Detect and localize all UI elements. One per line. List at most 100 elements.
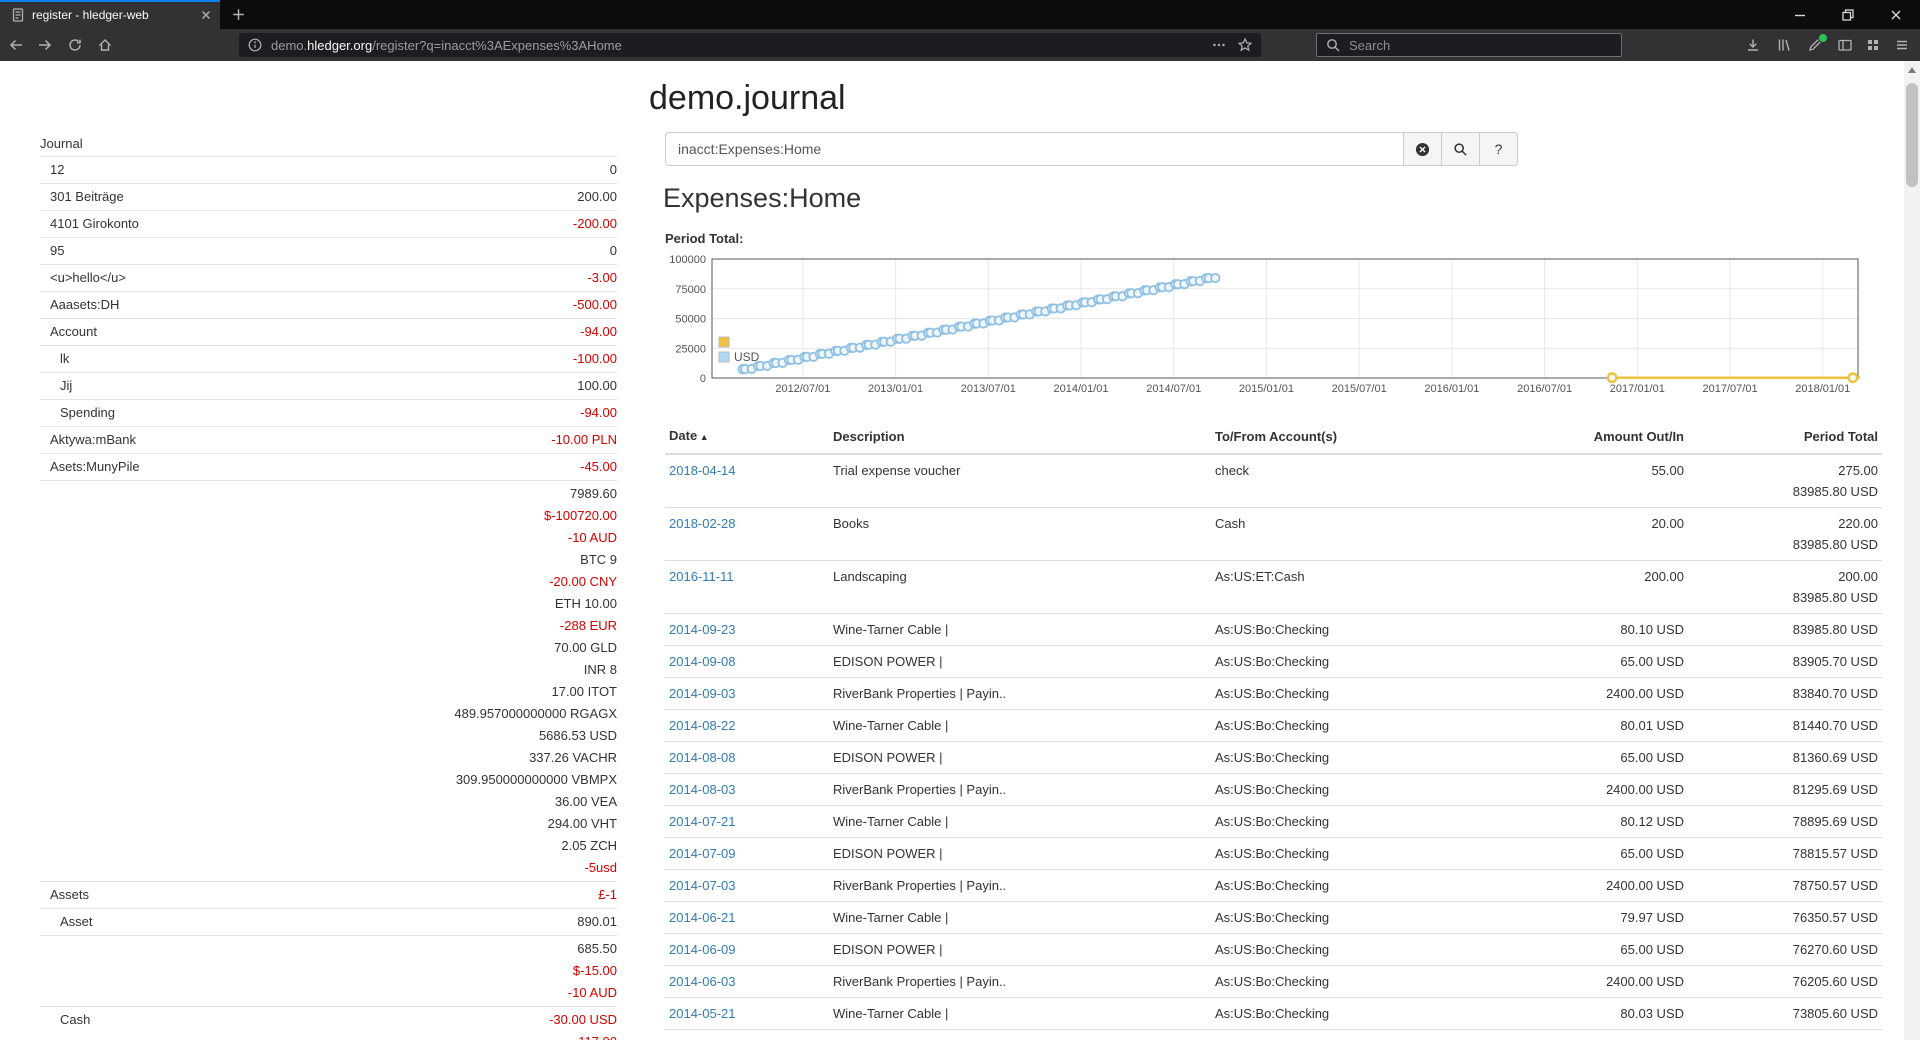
register-account: As:US:Bo:Checking <box>1211 806 1528 838</box>
sidebar-account-link[interactable]: 4101 Girokonto <box>40 213 139 234</box>
sidebar-account-row: 120 <box>40 156 617 183</box>
register-period-total: 76205.60 USD <box>1688 966 1882 998</box>
help-button[interactable]: ? <box>1479 132 1518 166</box>
page-actions-icon[interactable] <box>1211 37 1227 53</box>
search-submit-button[interactable] <box>1441 132 1480 166</box>
sidebar-account-link[interactable]: 12 <box>40 159 64 180</box>
sidebar-account-link[interactable]: Assets <box>40 884 89 905</box>
sidebar-account-link[interactable]: 301 Beiträge <box>40 186 124 207</box>
sidebar-account-link[interactable]: Jij <box>40 375 72 396</box>
url-bar[interactable]: demo.hledger.org/register?q=inacct%3AExp… <box>239 33 1261 57</box>
register-date-link[interactable]: 2014-06-03 <box>669 974 736 989</box>
svg-text:2012/07/01: 2012/07/01 <box>775 383 830 395</box>
sidebar-account-row: 301 Beiträge200.00 <box>40 183 617 210</box>
register-date-link[interactable]: 2014-08-08 <box>669 750 736 765</box>
window-close-button[interactable] <box>1874 0 1918 29</box>
account-balance: -94.00 <box>580 321 617 343</box>
register-account: As:US:Bo:Checking <box>1211 998 1528 1030</box>
library-icon[interactable] <box>1776 37 1792 53</box>
register-account: As:US:Bo:Checking <box>1211 646 1528 678</box>
window-minimize-button[interactable] <box>1778 0 1822 29</box>
column-header-to-from-account-s-[interactable]: To/From Account(s) <box>1211 420 1528 454</box>
sidebar-account-link[interactable]: Asets:MunyPile <box>40 456 140 477</box>
register-description: Wine-Tarner Cable | <box>829 806 1211 838</box>
sidebar-account-link[interactable]: Aaasets:DH <box>40 294 119 315</box>
page-scrollbar[interactable] <box>1904 61 1920 1040</box>
grid-icon[interactable] <box>1865 37 1881 53</box>
account-balance: -500.00 <box>573 294 617 316</box>
register-date-link[interactable]: 2014-06-21 <box>669 910 736 925</box>
browser-search-bar[interactable]: Search <box>1316 33 1622 57</box>
register-amount: 80.03 USD <box>1528 998 1688 1030</box>
window-restore-button[interactable] <box>1826 0 1870 29</box>
reload-button[interactable] <box>67 37 83 53</box>
sidebar-account-link[interactable]: lk <box>40 348 69 369</box>
sidebar-account-row: Asset890.01 <box>40 908 617 935</box>
register-date-link[interactable]: 2014-07-09 <box>669 846 736 861</box>
column-header-date[interactable]: Date ▲ <box>665 420 829 454</box>
forward-button[interactable] <box>37 37 53 53</box>
register-date-link[interactable]: 2014-07-03 <box>669 878 736 893</box>
clear-query-button[interactable] <box>1403 132 1442 166</box>
register-amount: 65.00 USD <box>1528 934 1688 966</box>
register-date-link[interactable]: 2014-09-03 <box>669 686 736 701</box>
register-date-link[interactable]: 2018-04-14 <box>669 463 736 478</box>
home-button[interactable] <box>97 37 113 53</box>
sidebar-account-row: lk -100.00 <box>40 345 617 372</box>
sidebar-account-row: Asets:MunyPile-45.00 <box>40 453 617 480</box>
register-date-link[interactable]: 2014-06-09 <box>669 942 736 957</box>
register-date-link[interactable]: 2014-08-03 <box>669 782 736 797</box>
sidebar-account-link[interactable]: Cash <box>40 1009 90 1030</box>
register-date-link[interactable]: 2014-09-23 <box>669 622 736 637</box>
scrollbar-up-arrow[interactable] <box>1908 67 1916 73</box>
column-header-amount-out-in[interactable]: Amount Out/In <box>1528 420 1688 454</box>
downloads-icon[interactable] <box>1745 37 1761 53</box>
extension-quill-icon[interactable] <box>1807 37 1823 53</box>
register-period-total: 83985.80 USD <box>1688 614 1882 646</box>
browser-tab[interactable]: register - hledger-web <box>0 0 220 29</box>
menu-hamburger-icon[interactable] <box>1894 37 1910 53</box>
sidebar-account-link[interactable]: <u>hello</u> <box>40 267 126 288</box>
register-row: 2018-02-28BooksCash20.00220.0083985.80 U… <box>665 508 1882 561</box>
column-header-description[interactable]: Description <box>829 420 1211 454</box>
register-date-link[interactable]: 2014-07-21 <box>669 814 736 829</box>
bookmark-star-icon[interactable] <box>1237 37 1253 53</box>
register-amount: 79.97 USD <box>1528 902 1688 934</box>
register-date-link[interactable]: 2014-05-21 <box>669 1006 736 1021</box>
sidebar-account-link[interactable]: Account <box>40 321 97 342</box>
register-description: Wine-Tarner Cable | <box>829 614 1211 646</box>
account-heading: Expenses:Home <box>663 183 861 214</box>
register-date-link[interactable]: 2014-09-08 <box>669 654 736 669</box>
scrollbar-thumb[interactable] <box>1906 83 1918 187</box>
column-header-period-total[interactable]: Period Total <box>1688 420 1882 454</box>
svg-text:25000: 25000 <box>675 343 706 355</box>
sidebar-account-link[interactable]: Aktywa:mBank <box>40 429 136 450</box>
sidebar-account-row: Aaasets:DH -500.00 <box>40 291 617 318</box>
query-input[interactable] <box>665 132 1404 166</box>
svg-text:100000: 100000 <box>669 254 706 266</box>
register-account: As:US:Bo:Checking <box>1211 934 1528 966</box>
register-description: RiverBank Properties | Payin.. <box>829 870 1211 902</box>
register-date-link[interactable]: 2014-08-22 <box>669 718 736 733</box>
sidebars-icon[interactable] <box>1837 37 1853 53</box>
register-description: Landscaping <box>829 561 1211 614</box>
account-balance: -100.00 <box>573 348 617 370</box>
tab-close-icon[interactable] <box>198 7 214 23</box>
sidebar-account-link[interactable]: Asset <box>40 911 93 932</box>
register-date-link[interactable]: 2016-11-11 <box>669 569 734 584</box>
svg-text:2018/01/01: 2018/01/01 <box>1795 383 1850 395</box>
sidebar-account-link[interactable]: Spending <box>40 402 115 423</box>
svg-text:2014/01/01: 2014/01/01 <box>1053 383 1108 395</box>
sidebar-account-link[interactable]: 95 <box>40 240 64 261</box>
site-info-icon[interactable] <box>247 37 263 53</box>
sidebar-account-row: Assets£-1 <box>40 881 617 908</box>
new-tab-button[interactable] <box>230 6 247 23</box>
sidebar-account-row: Jij100.00 <box>40 372 617 399</box>
back-button[interactable] <box>8 37 24 53</box>
register-amount: 65.00 USD <box>1528 1030 1688 1040</box>
sidebar-account-row: 685.50$-15.00-10 AUD <box>40 935 617 1006</box>
sidebar-journal-link[interactable]: Journal <box>40 133 83 154</box>
register-description: Wine-Tarner Cable | <box>829 710 1211 742</box>
sort-ascending-icon: ▲ <box>697 432 708 442</box>
register-date-link[interactable]: 2018-02-28 <box>669 516 736 531</box>
